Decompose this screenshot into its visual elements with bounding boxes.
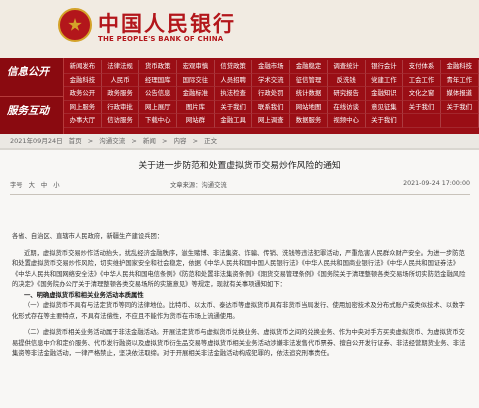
nav-item[interactable]: 国际交往 bbox=[177, 73, 215, 87]
nav-item[interactable]: 网站地图 bbox=[290, 100, 328, 114]
nav-grid: 新闻发布 法律法规 货币政策 宏观审慎 信贷政策 金融市场 金融稳定 调查统计 … bbox=[64, 60, 479, 128]
nav-item[interactable]: 媒体报道 bbox=[440, 87, 479, 101]
nav-item[interactable]: 执法检查 bbox=[214, 87, 253, 101]
nav-item[interactable]: 新闻发布 bbox=[64, 60, 102, 74]
nav-item[interactable]: 研究报告 bbox=[327, 87, 366, 101]
bank-name-en: THE PEOPLE'S BANK OF CHINA bbox=[98, 35, 224, 43]
nav-item[interactable]: 反洗钱 bbox=[327, 73, 366, 87]
font-size-label: 字号 bbox=[10, 182, 23, 189]
breadcrumb-item[interactable]: 沟通交流 bbox=[99, 137, 125, 145]
breadcrumb: 2021年09月24日 首页 > 沟通交流 > 新闻 > 内容 > 正文 bbox=[0, 134, 479, 148]
bank-name-cn: 中国人民银行 bbox=[98, 11, 236, 36]
breadcrumb-item[interactable]: 内容 bbox=[174, 137, 187, 145]
article-source: 文章来源：沟通交流 bbox=[170, 182, 227, 189]
breadcrumb-separator: > bbox=[192, 137, 199, 145]
nav-item[interactable]: 金融知识 bbox=[365, 87, 404, 101]
nav-item[interactable]: 征信管理 bbox=[290, 73, 328, 87]
nav-item[interactable]: 文化之窗 bbox=[403, 87, 441, 101]
nav-item[interactable]: 图片库 bbox=[177, 100, 215, 114]
article-paragraph: 近期，虚拟货币交易炒作活动抬头，扰乱经济金融秩序，滋生赌博、非法集资、诈骗、传销… bbox=[12, 249, 466, 289]
site-logo[interactable]: 中国人民银行 THE PEOPLE'S BANK OF CHINA bbox=[58, 6, 234, 50]
nav-item[interactable]: 网上服务 bbox=[64, 100, 102, 114]
nav-item[interactable]: 人员招聘 bbox=[214, 73, 253, 87]
nav-item[interactable] bbox=[403, 114, 441, 128]
article: 关于进一步防范和处置虚拟货币交易炒作风险的通知 字号 大 中 小 文章来源：沟通… bbox=[0, 150, 479, 408]
nav-item[interactable]: 数据服务 bbox=[290, 114, 328, 128]
nav-section-service-interaction[interactable]: 服务互动 bbox=[0, 96, 64, 134]
breadcrumb-item: 正文 bbox=[204, 137, 218, 145]
nav-item[interactable]: 货币政策 bbox=[139, 60, 178, 74]
font-size-small-button[interactable]: 小 bbox=[53, 182, 59, 189]
nav-item[interactable]: 联系我们 bbox=[252, 100, 291, 114]
site-header: 中国人民银行 THE PEOPLE'S BANK OF CHINA bbox=[0, 0, 479, 58]
main-navigation: 信息公开 服务互动 新闻发布 法律法规 货币政策 宏观审慎 信贷政策 金融市场 … bbox=[0, 58, 479, 134]
meta-divider bbox=[10, 194, 470, 195]
nav-item[interactable]: 统计数据 bbox=[290, 87, 328, 101]
nav-item[interactable]: 下载中心 bbox=[139, 114, 178, 128]
section-heading: 一、明确虚拟货币和相关业务活动本质属性 bbox=[24, 291, 144, 299]
nav-item[interactable]: 青年工作 bbox=[440, 73, 479, 87]
breadcrumb-separator: > bbox=[87, 137, 94, 145]
nav-item[interactable] bbox=[440, 114, 479, 128]
nav-item[interactable]: 党建工作 bbox=[365, 73, 404, 87]
nav-item[interactable]: 行政审批 bbox=[101, 100, 140, 114]
font-size-medium-button[interactable]: 中 bbox=[41, 182, 47, 189]
nav-item[interactable]: 网上调查 bbox=[252, 114, 291, 128]
article-meta: 字号 大 中 小 文章来源：沟通交流 2021-09-24 17:00:00 bbox=[10, 180, 470, 192]
nav-item[interactable]: 关于我们 bbox=[440, 100, 479, 114]
nav-item[interactable]: 人民币 bbox=[101, 73, 140, 87]
nav-item[interactable]: 金融工具 bbox=[214, 114, 253, 128]
nav-item[interactable]: 政务公开 bbox=[64, 87, 102, 101]
nav-item[interactable]: 信贷政策 bbox=[214, 60, 253, 74]
nav-item[interactable]: 关于我们 bbox=[365, 114, 404, 128]
nav-item[interactable]: 关于我们 bbox=[403, 100, 441, 114]
breadcrumb-item[interactable]: 新闻 bbox=[143, 137, 156, 145]
nav-item[interactable]: 金融市场 bbox=[252, 60, 291, 74]
nav-item[interactable]: 办事大厅 bbox=[64, 114, 102, 128]
font-size-large-button[interactable]: 大 bbox=[29, 182, 35, 189]
nav-item[interactable]: 网站群 bbox=[177, 114, 215, 128]
nav-item[interactable]: 视频中心 bbox=[327, 114, 366, 128]
nav-item[interactable]: 行政处罚 bbox=[252, 87, 291, 101]
nav-section-info-disclosure[interactable]: 信息公开 bbox=[0, 58, 64, 96]
article-body: 各省、自治区、直辖市人民政府，新疆生产建设兵团： 近期，虚拟货币交易炒作活动抬头… bbox=[12, 232, 467, 360]
nav-item[interactable]: 金融稳定 bbox=[290, 60, 328, 74]
nav-item[interactable]: 信访服务 bbox=[101, 114, 140, 128]
nav-item[interactable]: 网上展厅 bbox=[139, 100, 178, 114]
nav-section-label: 信息公开 bbox=[7, 66, 49, 78]
font-size-controls: 字号 大 中 小 bbox=[10, 180, 64, 189]
nav-item[interactable]: 公告信息 bbox=[139, 87, 178, 101]
nav-item[interactable]: 学术交流 bbox=[252, 73, 291, 87]
nav-item[interactable]: 金融科技 bbox=[64, 73, 102, 87]
nav-item[interactable]: 调查统计 bbox=[327, 60, 366, 74]
article-paragraph: （二）虚拟货币相关业务活动属于非法金融活动。开展法定货币与虚拟货币兑换业务、虚拟… bbox=[12, 329, 466, 357]
nav-item[interactable]: 银行会计 bbox=[365, 60, 404, 74]
nav-item[interactable]: 金融标准 bbox=[177, 87, 215, 101]
nav-item[interactable]: 法律法规 bbox=[101, 60, 140, 74]
nav-item[interactable]: 在线访谈 bbox=[327, 100, 366, 114]
nav-item[interactable]: 工会工作 bbox=[403, 73, 441, 87]
nav-item[interactable]: 宏观审慎 bbox=[177, 60, 215, 74]
breadcrumb-separator: > bbox=[161, 137, 168, 145]
article-date: 2021-09-24 17:00:00 bbox=[403, 180, 470, 187]
nav-section-label: 服务互动 bbox=[7, 105, 49, 117]
nav-item[interactable]: 关于我们 bbox=[214, 100, 253, 114]
nav-item[interactable]: 经理国库 bbox=[139, 73, 178, 87]
bank-emblem-icon bbox=[58, 8, 92, 42]
article-addressee: 各省、自治区、直辖市人民政府，新疆生产建设兵团： bbox=[12, 233, 164, 240]
breadcrumb-separator: > bbox=[131, 137, 137, 145]
nav-item[interactable]: 意见征集 bbox=[365, 100, 404, 114]
breadcrumb-date: 2021年09月24日 bbox=[10, 137, 63, 145]
nav-item[interactable]: 金融科技 bbox=[440, 60, 479, 74]
article-title: 关于进一步防范和处置虚拟货币交易炒作风险的通知 bbox=[138, 161, 341, 171]
breadcrumb-item[interactable]: 首页 bbox=[69, 137, 82, 145]
nav-item[interactable]: 政务服务 bbox=[101, 87, 140, 101]
nav-item[interactable]: 支付体系 bbox=[403, 60, 441, 74]
article-paragraph: （一）虚拟货币不具有与法定货币等同的法律地位。比特币、以太币、泰达币等虚拟货币具… bbox=[12, 302, 465, 320]
